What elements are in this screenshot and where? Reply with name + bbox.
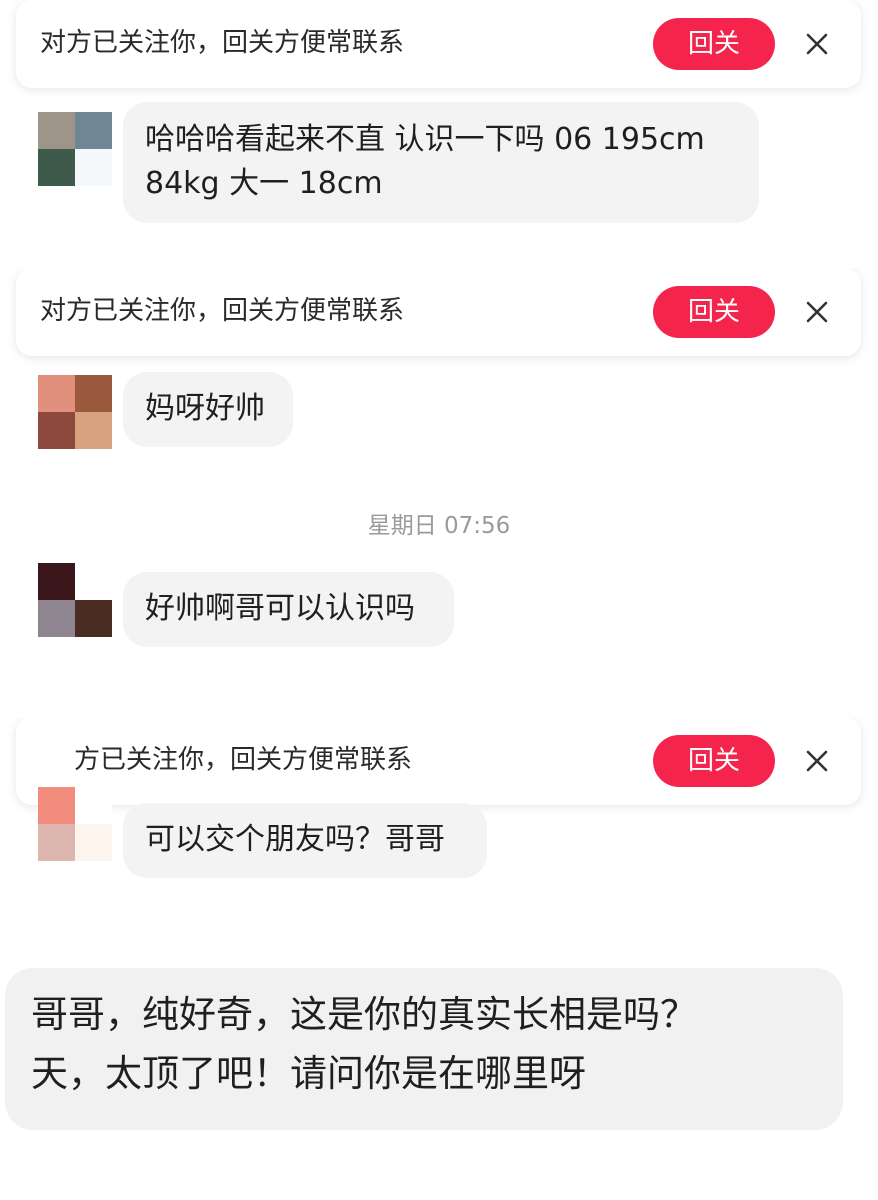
message-text: 好帅啊哥可以认识吗 xyxy=(145,591,415,626)
message-bubble: 哈哈哈看起来不直 认识一下吗 06 195cm 84kg 大一 18cm xyxy=(123,102,759,223)
message-line: 哥哥，纯好奇，这是你的真实长相是吗？ xyxy=(31,993,697,1036)
follow-back-button[interactable]: 回关 xyxy=(653,735,775,787)
message-text: 哈哈哈看起来不直 认识一下吗 06 195cm 84kg 大一 18cm xyxy=(145,122,705,201)
follow-back-text: 方已关注你，回关方便常联系 xyxy=(74,745,413,775)
close-icon[interactable] xyxy=(802,746,832,776)
avatar[interactable] xyxy=(38,787,112,861)
message-line: 天，太顶了吧！请问你是在哪里呀 xyxy=(31,1052,586,1095)
follow-back-text: 对方已关注你，回关方便常联系 xyxy=(40,296,405,326)
close-icon[interactable] xyxy=(802,297,832,327)
close-icon[interactable] xyxy=(802,29,832,59)
follow-back-banner: 对方已关注你，回关方便常联系 回关 xyxy=(16,268,861,356)
message-bubble-large: 哥哥，纯好奇，这是你的真实长相是吗？ 天，太顶了吧！请问你是在哪里呀 xyxy=(5,968,843,1130)
message-bubble: 好帅啊哥可以认识吗 xyxy=(123,572,454,647)
message-text: 妈呀好帅 xyxy=(145,391,265,426)
chat-section-1: 对方已关注你，回关方便常联系 回关 哈哈哈看起来不直 认识一下吗 06 195c… xyxy=(0,0,878,258)
message-text: 可以交个朋友吗？哥哥 xyxy=(145,822,445,857)
chat-section-2: 对方已关注你，回关方便常联系 回关 妈呀好帅 星期日 07:56 好帅啊哥可以认… xyxy=(0,268,878,708)
avatar[interactable] xyxy=(38,375,112,449)
avatar[interactable] xyxy=(38,563,112,637)
follow-back-banner: 方已关注你，回关方便常联系 回关 xyxy=(16,717,861,805)
timestamp: 星期日 07:56 xyxy=(367,513,511,539)
chat-section-3: 方已关注你，回关方便常联系 回关 可以交个朋友吗？哥哥 xyxy=(0,717,878,952)
message-bubble: 妈呀好帅 xyxy=(123,372,293,447)
follow-back-banner: 对方已关注你，回关方便常联系 回关 xyxy=(16,0,861,88)
follow-back-button[interactable]: 回关 xyxy=(653,18,775,70)
message-bubble: 可以交个朋友吗？哥哥 xyxy=(123,803,487,878)
avatar[interactable] xyxy=(38,112,112,186)
follow-back-text: 对方已关注你，回关方便常联系 xyxy=(40,28,405,58)
follow-back-button[interactable]: 回关 xyxy=(653,286,775,338)
